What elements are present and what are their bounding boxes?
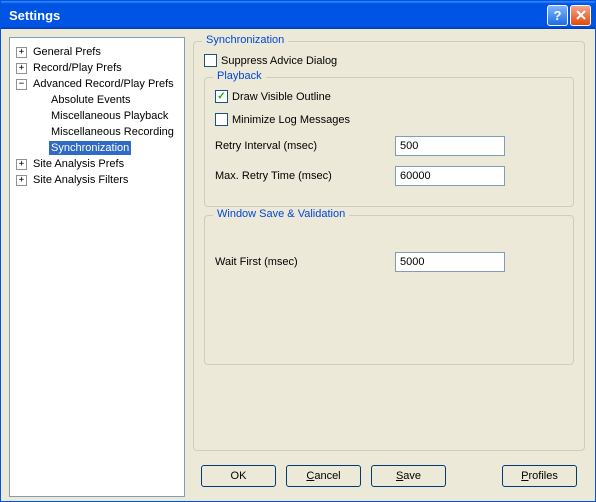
- wait-first-input[interactable]: [395, 252, 505, 272]
- settings-window: Settings ? + General Prefs + Record/Play Pr…: [0, 0, 596, 502]
- tree-item-label: Synchronization: [49, 141, 131, 155]
- profiles-button[interactable]: Profiles: [502, 465, 577, 487]
- tree-item-label: General Prefs: [31, 45, 103, 59]
- collapse-icon[interactable]: −: [16, 79, 27, 90]
- titlebar: Settings ?: [1, 1, 595, 29]
- tree-item[interactable]: + General Prefs: [12, 44, 182, 60]
- cancel-button[interactable]: Cancel: [286, 465, 361, 487]
- minimize-log-label: Minimize Log Messages: [232, 114, 350, 126]
- window-sv-legend: Window Save & Validation: [213, 208, 349, 220]
- tree-item[interactable]: Miscellaneous Recording: [12, 124, 182, 140]
- window-title: Settings: [5, 8, 545, 23]
- max-retry-row: Max. Retry Time (msec): [215, 166, 563, 186]
- no-expander-icon: [34, 143, 45, 154]
- close-button[interactable]: [570, 5, 591, 26]
- profiles-mnemonic: P: [521, 470, 528, 482]
- close-icon: [575, 9, 587, 21]
- window-save-validation-group: Window Save & Validation Wait First (mse…: [204, 215, 574, 365]
- content-area: + General Prefs + Record/Play Prefs−Advance…: [1, 29, 595, 501]
- suppress-advice-label: Suppress Advice Dialog: [221, 55, 337, 67]
- tree-item-label: Advanced Record/Play Prefs: [31, 77, 176, 91]
- tree-item-label: Miscellaneous Playback: [49, 109, 170, 123]
- wait-first-row: Wait First (msec): [215, 252, 563, 272]
- expand-icon[interactable]: +: [16, 175, 27, 186]
- suppress-advice-checkbox-row[interactable]: Suppress Advice Dialog: [204, 54, 574, 67]
- no-expander-icon: [34, 111, 45, 122]
- retry-interval-label: Retry Interval (msec): [215, 140, 395, 152]
- tree-item[interactable]: −Advanced Record/Play Prefs: [12, 76, 182, 92]
- tree-item[interactable]: Absolute Events: [12, 92, 182, 108]
- tree-item-label: Record/Play Prefs: [31, 61, 124, 75]
- button-bar: OK Cancel Save Profiles: [191, 459, 587, 497]
- playback-group: Playback Draw Visible Outline Minimize L…: [204, 77, 574, 207]
- help-button[interactable]: ?: [547, 5, 568, 26]
- tree-item[interactable]: + Record/Play Prefs: [12, 60, 182, 76]
- draw-outline-checkbox-row[interactable]: Draw Visible Outline: [215, 90, 563, 103]
- minimize-log-checkbox-row[interactable]: Minimize Log Messages: [215, 113, 563, 126]
- draw-outline-checkbox[interactable]: [215, 90, 228, 103]
- ok-button[interactable]: OK: [201, 465, 276, 487]
- expand-icon[interactable]: +: [16, 159, 27, 170]
- synchronization-group: Synchronization Suppress Advice Dialog P…: [193, 41, 585, 451]
- suppress-advice-checkbox[interactable]: [204, 54, 217, 67]
- tree-item[interactable]: + Site Analysis Filters: [12, 172, 182, 188]
- settings-panel: Synchronization Suppress Advice Dialog P…: [191, 37, 587, 497]
- tree-item[interactable]: Synchronization: [12, 140, 182, 156]
- max-retry-label: Max. Retry Time (msec): [215, 170, 395, 182]
- save-button[interactable]: Save: [371, 465, 446, 487]
- playback-legend: Playback: [213, 70, 266, 82]
- max-retry-input[interactable]: [395, 166, 505, 186]
- nav-tree[interactable]: + General Prefs + Record/Play Prefs−Advance…: [9, 37, 185, 497]
- expand-icon[interactable]: +: [16, 63, 27, 74]
- no-expander-icon: [34, 127, 45, 138]
- retry-interval-input[interactable]: [395, 136, 505, 156]
- tree-item-label: Site Analysis Filters: [31, 173, 130, 187]
- no-expander-icon: [34, 95, 45, 106]
- tree-item-label: Absolute Events: [49, 93, 133, 107]
- expand-icon[interactable]: +: [16, 47, 27, 58]
- tree-item-label: Miscellaneous Recording: [49, 125, 176, 139]
- tree-item[interactable]: + Site Analysis Prefs: [12, 156, 182, 172]
- synchronization-legend: Synchronization: [202, 34, 288, 46]
- tree-item-label: Site Analysis Prefs: [31, 157, 126, 171]
- retry-interval-row: Retry Interval (msec): [215, 136, 563, 156]
- draw-outline-label: Draw Visible Outline: [232, 91, 331, 103]
- wait-first-label: Wait First (msec): [215, 256, 395, 268]
- minimize-log-checkbox[interactable]: [215, 113, 228, 126]
- tree-item[interactable]: Miscellaneous Playback: [12, 108, 182, 124]
